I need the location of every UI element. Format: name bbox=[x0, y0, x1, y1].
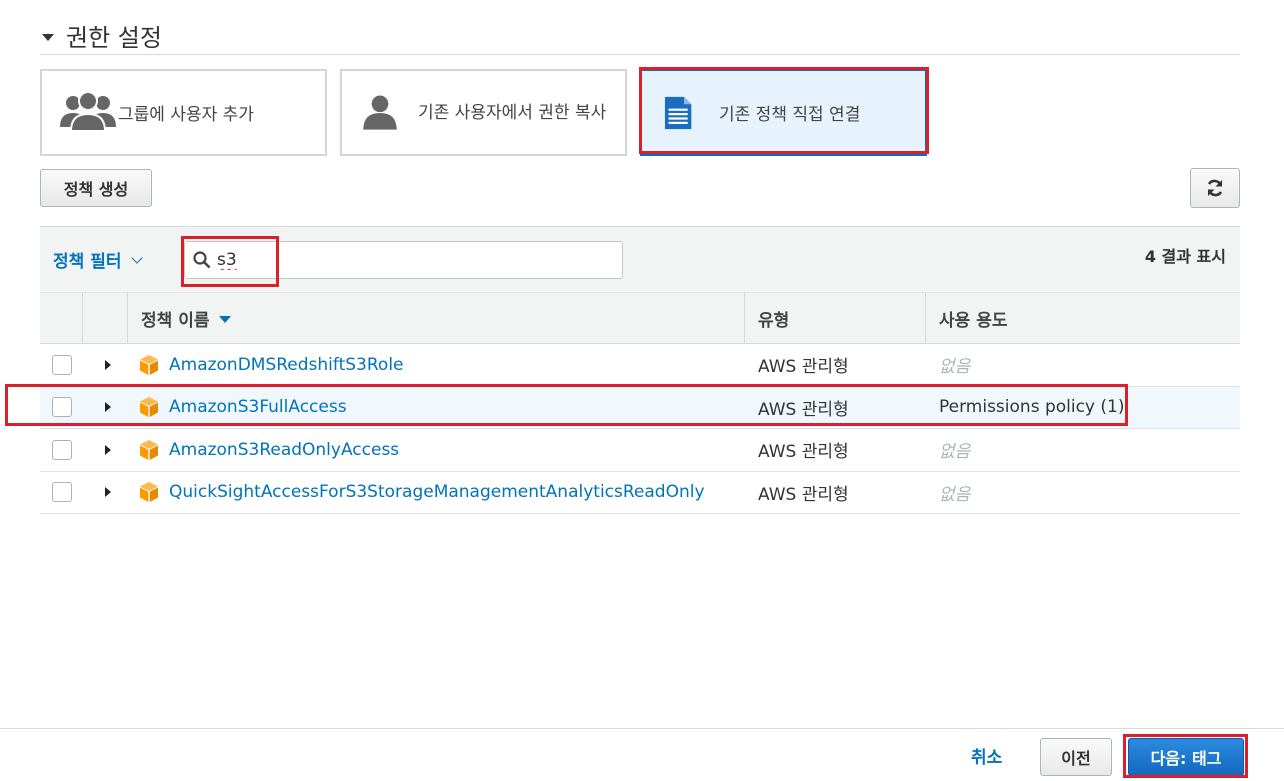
refresh-icon bbox=[1207, 179, 1223, 197]
user-icon bbox=[363, 95, 397, 130]
policy-name-link[interactable]: QuickSightAccessForS3StorageManagementAn… bbox=[169, 482, 705, 502]
policy-filter-label: 정책 필터 bbox=[53, 252, 122, 272]
row-checkbox[interactable] bbox=[51, 482, 72, 503]
policy-type: AWS 관리형 bbox=[758, 399, 849, 420]
search-box[interactable] bbox=[184, 241, 623, 279]
section-title: 권한 설정 bbox=[66, 24, 162, 52]
filter-bar: 정책 필터 4 결과 표시 bbox=[40, 226, 1240, 292]
policy-table: 정책 이름 유형 사용 용도 AmazonDMSRedshiftS3Role A… bbox=[40, 292, 1240, 514]
policy-filter-dropdown[interactable]: 정책 필터 bbox=[53, 247, 144, 272]
aws-policy-icon bbox=[140, 439, 158, 460]
permissions-section-header[interactable]: 권한 설정 bbox=[42, 18, 162, 53]
option-attach-policies[interactable]: 기존 정책 직접 연결 bbox=[640, 69, 927, 156]
policy-type: AWS 관리형 bbox=[758, 357, 849, 378]
policy-usage: Permissions policy (1) bbox=[939, 397, 1125, 418]
sort-descending-icon bbox=[219, 315, 232, 323]
expand-row-icon[interactable] bbox=[104, 444, 111, 455]
column-header-type[interactable]: 유형 bbox=[745, 293, 926, 343]
option-label: 기존 사용자에서 권한 복사 bbox=[418, 102, 607, 123]
table-header: 정책 이름 유형 사용 용도 bbox=[40, 292, 1240, 344]
table-row[interactable]: AmazonS3ReadOnlyAccess AWS 관리형 없음 bbox=[40, 429, 1240, 472]
chevron-down-icon bbox=[131, 252, 144, 264]
refresh-button[interactable] bbox=[1190, 168, 1240, 208]
option-label: 그룹에 사용자 추가 bbox=[118, 105, 254, 125]
aws-policy-icon bbox=[140, 354, 158, 375]
collapse-caret-icon[interactable] bbox=[42, 33, 54, 41]
policy-name-link[interactable]: AmazonDMSRedshiftS3Role bbox=[169, 355, 404, 375]
option-add-to-group[interactable]: 그룹에 사용자 추가 bbox=[40, 69, 327, 156]
previous-button[interactable]: 이전 bbox=[1040, 738, 1112, 776]
policy-name-link[interactable]: AmazonS3FullAccess bbox=[169, 397, 347, 417]
policy-usage: 없음 bbox=[939, 484, 971, 505]
policy-type: AWS 관리형 bbox=[758, 442, 849, 463]
expand-row-icon[interactable] bbox=[104, 359, 111, 370]
create-policy-button[interactable]: 정책 생성 bbox=[40, 169, 152, 207]
column-header-usage[interactable]: 사용 용도 bbox=[926, 293, 1240, 343]
expand-row-icon[interactable] bbox=[104, 487, 111, 498]
header-check-column bbox=[40, 293, 83, 343]
option-copy-permissions[interactable]: 기존 사용자에서 권한 복사 bbox=[340, 69, 627, 156]
table-row[interactable]: AmazonS3FullAccess AWS 관리형 Permissions p… bbox=[40, 386, 1240, 429]
search-icon bbox=[193, 251, 211, 269]
next-tags-button[interactable]: 다음: 태그 bbox=[1128, 738, 1244, 776]
search-input[interactable] bbox=[217, 250, 597, 270]
column-header-policy-name[interactable]: 정책 이름 bbox=[128, 293, 745, 343]
aws-policy-icon bbox=[140, 482, 158, 503]
row-checkbox[interactable] bbox=[51, 354, 72, 375]
cancel-link[interactable]: 취소 bbox=[971, 743, 1002, 768]
footer-divider bbox=[0, 728, 1284, 729]
row-checkbox[interactable] bbox=[51, 439, 72, 460]
row-checkbox[interactable] bbox=[51, 397, 72, 418]
policy-name-link[interactable]: AmazonS3ReadOnlyAccess bbox=[169, 440, 399, 460]
document-icon bbox=[664, 96, 692, 129]
aws-policy-icon bbox=[140, 397, 158, 418]
option-label: 기존 정책 직접 연결 bbox=[719, 105, 861, 125]
policy-type: AWS 관리형 bbox=[758, 484, 849, 505]
divider bbox=[40, 54, 1240, 55]
expand-row-icon[interactable] bbox=[104, 402, 111, 413]
policy-usage: 없음 bbox=[939, 357, 971, 378]
table-row[interactable]: QuickSightAccessForS3StorageManagementAn… bbox=[40, 471, 1240, 514]
header-expand-column bbox=[83, 293, 128, 343]
table-row[interactable]: AmazonDMSRedshiftS3Role AWS 관리형 없음 bbox=[40, 344, 1240, 387]
users-group-icon bbox=[60, 90, 116, 132]
policy-usage: 없음 bbox=[939, 442, 971, 463]
result-count: 4 결과 표시 bbox=[1144, 247, 1226, 266]
